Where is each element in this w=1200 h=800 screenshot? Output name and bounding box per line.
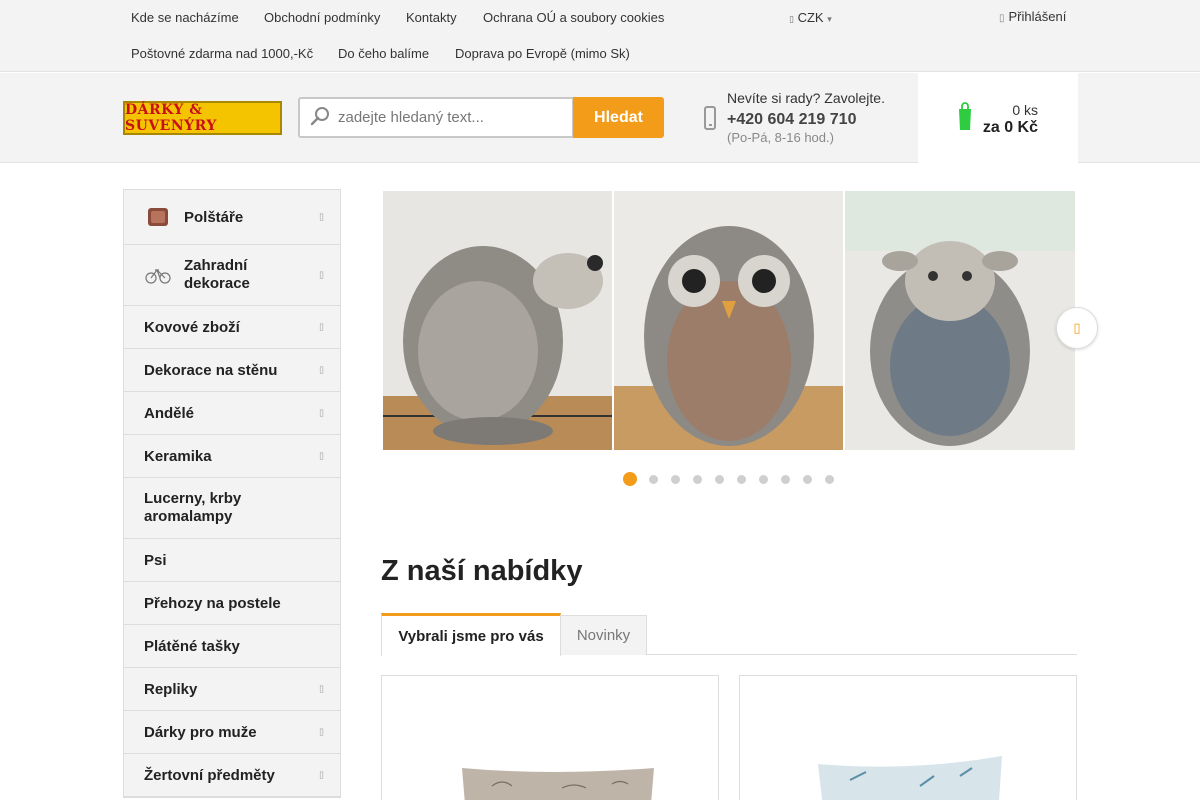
search-button[interactable]: Hledat — [573, 97, 664, 138]
carousel-dot[interactable] — [759, 475, 768, 484]
header: DÁRKY & SUVENÝRY Hledat Nevíte si rady? … — [0, 73, 1200, 163]
sidebar-item-keramika[interactable]: Keramika ▯ — [124, 435, 340, 478]
phone-icon — [704, 106, 716, 130]
category-sidebar: Polštáře ▯ Zahradní dekorace ▯ Kovové zb… — [123, 189, 341, 798]
help-phone-number[interactable]: +420 604 219 710 — [727, 111, 856, 129]
carousel-next-button[interactable]: ▯ — [1056, 307, 1098, 349]
sidebar-item-label: Dárky pro muže — [144, 723, 257, 741]
top-link-privacy[interactable]: Ochrana OÚ a soubory cookies — [483, 10, 664, 25]
carousel-dot[interactable] — [671, 475, 680, 484]
sidebar-item-label: Psi — [144, 551, 167, 569]
cart-widget[interactable]: 0 ks za 0 Kč — [918, 73, 1078, 163]
sidebar-item-label: Keramika — [144, 447, 212, 465]
pillow-product-1 — [462, 768, 654, 800]
hedgehog-figurine-photo — [383, 191, 612, 450]
cart-total: za 0 Kč — [982, 119, 1038, 136]
sheep-figurine-photo — [845, 191, 1075, 450]
site-logo[interactable]: DÁRKY & SUVENÝRY — [123, 101, 282, 135]
chevron-right-icon: ▯ — [319, 269, 324, 280]
currency-selector[interactable]: ▯ CZK ▾ — [789, 10, 832, 25]
top-link-europe-shipping[interactable]: Doprava po Evropě (mimo Sk) — [455, 46, 630, 61]
top-link-terms[interactable]: Obchodní podmínky — [264, 10, 380, 25]
product-card[interactable] — [381, 675, 719, 800]
carousel-dot[interactable] — [737, 475, 746, 484]
chevron-right-icon: ▯ — [319, 321, 324, 332]
sidebar-item-dekorace-na-stenu[interactable]: Dekorace na stěnu ▯ — [124, 349, 340, 392]
sidebar-item-label: Žertovní předměty — [144, 766, 275, 784]
logo-text: DÁRKY & SUVENÝRY — [125, 102, 217, 134]
chevron-right-icon: ▯ — [319, 407, 324, 418]
sidebar-item-label: Dekorace na stěnu — [144, 361, 278, 379]
login-label: Přihlášení — [1008, 9, 1067, 24]
carousel-dot[interactable] — [623, 472, 637, 486]
sidebar-item-prehozy[interactable]: Přehozy na postele — [124, 582, 340, 625]
login-link[interactable]: ▯ Přihlášení — [999, 9, 1066, 24]
sidebar-item-label: Zahradní dekorace — [184, 257, 250, 292]
tab-recommended[interactable]: Vybrali jsme pro vás — [381, 613, 561, 656]
sidebar-item-label: Polštáře — [184, 208, 244, 226]
carousel-dot[interactable] — [803, 475, 812, 484]
carousel-dot[interactable] — [781, 475, 790, 484]
chevron-right-icon: ▯ — [319, 769, 324, 780]
sidebar-item-label: Kovové zboží — [144, 318, 240, 336]
carousel-dot[interactable] — [715, 475, 724, 484]
sidebar-item-zahradni-dekorace[interactable]: Zahradní dekorace ▯ — [124, 245, 340, 306]
sidebar-item-label: Lucerny, krby aromalampy — [144, 490, 242, 525]
product-card[interactable] — [739, 675, 1077, 800]
sidebar-item-zertovni-predmety[interactable]: Žertovní předměty ▯ — [124, 754, 340, 797]
chevron-right-icon: ▯ — [319, 364, 324, 375]
chevron-right-icon: ▯ — [319, 726, 324, 737]
offers-heading: Z naší nabídky — [381, 555, 583, 587]
top-bar: Kde se nacházíme Obchodní podmínky Konta… — [0, 0, 1200, 72]
sidebar-item-label: Andělé — [144, 404, 195, 422]
pillow-thumbnail-icon — [148, 208, 168, 226]
chevron-right-icon: ▯ — [319, 450, 324, 461]
tab-new[interactable]: Novinky — [560, 615, 647, 655]
cart-count: 0 ks — [1012, 102, 1038, 118]
sidebar-item-darky-pro-muze[interactable]: Dárky pro muže ▯ — [124, 711, 340, 754]
pillow-product-2 — [818, 756, 1002, 800]
search-box — [298, 97, 574, 138]
help-hours: (Po-Pá, 8-16 hod.) — [727, 130, 834, 145]
currency-label: CZK — [797, 10, 824, 25]
carousel-dot[interactable] — [825, 475, 834, 484]
top-link-packaging[interactable]: Do čeho balíme — [338, 46, 429, 61]
sidebar-item-lucerny[interactable]: Lucerny, krby aromalampy — [124, 478, 340, 539]
top-link-location[interactable]: Kde se nacházíme — [131, 10, 239, 25]
carousel-dot[interactable] — [649, 475, 658, 484]
currency-icon: ▯ — [789, 14, 794, 24]
user-icon: ▯ — [999, 13, 1005, 24]
sidebar-item-platene-tasky[interactable]: Plátěné tašky — [124, 625, 340, 668]
sidebar-item-psi[interactable]: Psi — [124, 539, 340, 582]
chevron-right-icon: ▯ — [319, 683, 324, 694]
sidebar-item-repliky[interactable]: Repliky ▯ — [124, 668, 340, 711]
chevron-down-icon: ▾ — [827, 14, 832, 24]
bicycle-thumbnail-icon — [145, 269, 171, 284]
top-link-free-shipping[interactable]: Poštovné zdarma nad 1000,-Kč — [131, 46, 313, 61]
sidebar-item-label: Plátěné tašky — [144, 637, 240, 655]
chevron-right-icon: ▯ — [1073, 320, 1081, 335]
sidebar-item-polstare[interactable]: Polštáře ▯ — [124, 190, 340, 245]
top-link-contacts[interactable]: Kontakty — [406, 10, 457, 25]
sidebar-item-andele[interactable]: Andělé ▯ — [124, 392, 340, 435]
chevron-right-icon: ▯ — [319, 211, 324, 222]
offers-tabs: Vybrali jsme pro vás Novinky — [381, 613, 1077, 656]
sidebar-item-label: Repliky — [144, 680, 198, 698]
search-icon — [310, 107, 329, 126]
shopping-bag-icon — [959, 102, 971, 130]
sidebar-item-label: Přehozy na postele — [144, 594, 281, 612]
help-question: Nevíte si rady? Zavolejte. — [727, 90, 885, 106]
hero-carousel[interactable] — [383, 191, 1075, 450]
carousel-dot[interactable] — [693, 475, 702, 484]
search-input[interactable] — [338, 99, 568, 136]
sidebar-item-kovove-zbozi[interactable]: Kovové zboží ▯ — [124, 306, 340, 349]
owl-figurine-photo — [614, 191, 843, 450]
